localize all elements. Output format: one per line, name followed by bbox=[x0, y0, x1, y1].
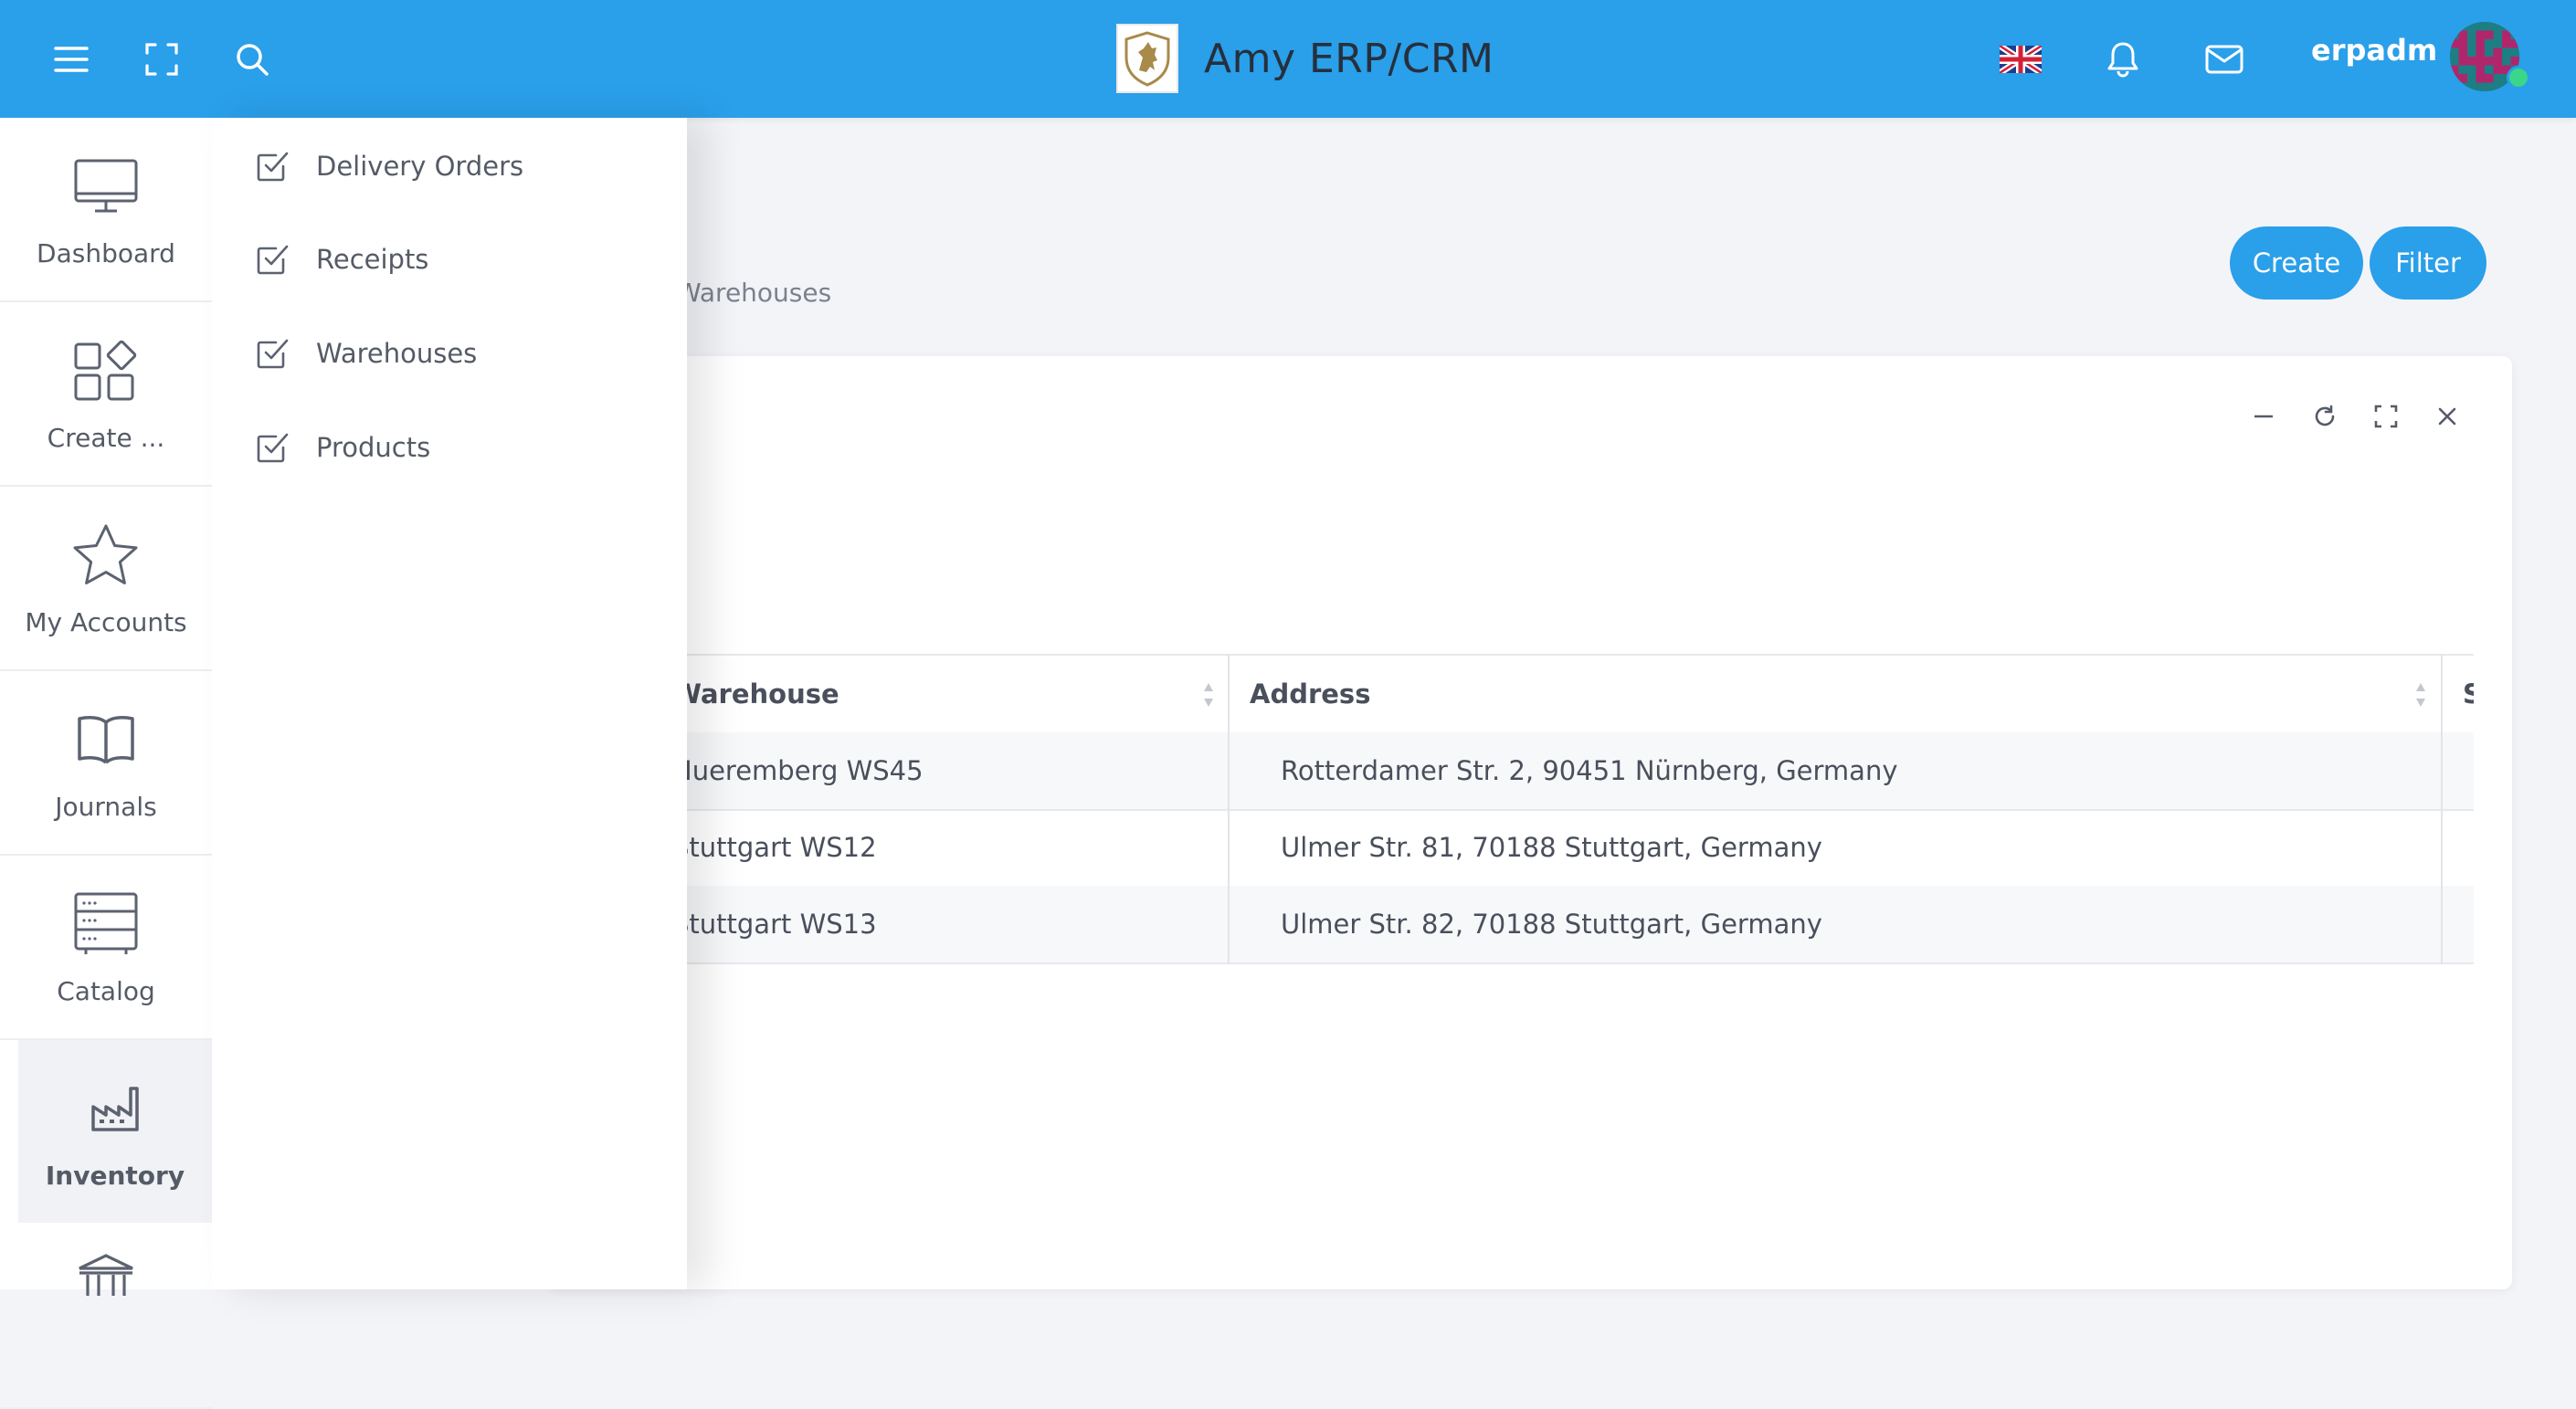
address-cell: Ulmer Str. 82, 70188 Stuttgart, Germany bbox=[1281, 909, 1822, 940]
sidebar-item-bank[interactable] bbox=[0, 1225, 212, 1409]
mail-icon[interactable] bbox=[2195, 30, 2254, 89]
book-icon bbox=[76, 708, 136, 772]
column-divider bbox=[1228, 654, 1230, 964]
brand[interactable]: Amy ERP/CRM bbox=[1116, 22, 1494, 95]
star-icon bbox=[72, 523, 140, 587]
refresh-icon[interactable] bbox=[2307, 398, 2343, 435]
table-row[interactable]: Stuttgart WS12 Ulmer Str. 81, 70188 Stut… bbox=[585, 809, 2474, 888]
sidebar-item-inventory[interactable]: Inventory bbox=[18, 1040, 212, 1223]
breadcrumb[interactable]: Warehouses bbox=[676, 278, 831, 308]
minimize-icon[interactable] bbox=[2245, 398, 2282, 435]
sidebar-item-dashboard[interactable]: Dashboard bbox=[0, 118, 212, 302]
sidebar-item-label: Catalog bbox=[57, 976, 155, 1006]
hamburger-menu-icon[interactable] bbox=[42, 30, 100, 89]
sort-icon[interactable] bbox=[2414, 681, 2427, 709]
username[interactable]: erpadm bbox=[2311, 33, 2437, 68]
fullscreen-icon[interactable] bbox=[132, 30, 191, 89]
checkbox-icon bbox=[257, 245, 289, 275]
submenu-item-label: Warehouses bbox=[316, 338, 478, 369]
shield-logo bbox=[1116, 24, 1178, 93]
sidebar-item-label: My Accounts bbox=[25, 607, 187, 637]
app-title: Amy ERP/CRM bbox=[1204, 35, 1494, 82]
table-row[interactable]: Nueremberg WS45 Rotterdamer Str. 2, 9045… bbox=[585, 732, 2474, 811]
submenu-item-label: Products bbox=[316, 432, 431, 463]
column-header-warehouse[interactable]: Warehouse bbox=[672, 656, 1220, 732]
expand-icon[interactable] bbox=[2368, 398, 2404, 435]
table-header: Warehouse Address S bbox=[585, 654, 2474, 735]
filter-button[interactable]: Filter bbox=[2370, 226, 2486, 300]
checkbox-icon bbox=[257, 433, 289, 463]
checkbox-icon bbox=[257, 152, 289, 182]
sidebar-item-journals[interactable]: Journals bbox=[0, 671, 212, 856]
sidebar-item-catalog[interactable]: Catalog bbox=[0, 856, 212, 1040]
submenu-item-receipts[interactable]: Receipts bbox=[256, 237, 428, 282]
submenu-item-label: Receipts bbox=[316, 244, 429, 275]
monitor-icon bbox=[73, 154, 139, 218]
inventory-submenu: Delivery Orders Receipts Warehouses Prod… bbox=[212, 118, 687, 1289]
create-button[interactable]: Create bbox=[2230, 226, 2363, 300]
search-icon[interactable] bbox=[223, 30, 281, 89]
sidebar: Dashboard Create ... My Accounts Journal… bbox=[0, 118, 212, 1409]
close-icon[interactable] bbox=[2429, 398, 2465, 435]
checkbox-icon bbox=[257, 339, 289, 369]
column-divider bbox=[2441, 654, 2443, 964]
warehouse-cell[interactable]: Stuttgart WS12 bbox=[672, 809, 877, 886]
cabinet-icon bbox=[73, 892, 139, 956]
submenu-item-delivery-orders[interactable]: Delivery Orders bbox=[256, 143, 523, 189]
bell-icon[interactable] bbox=[2094, 30, 2152, 89]
warehouse-cell[interactable]: Nueremberg WS45 bbox=[672, 732, 924, 809]
address-cell: Rotterdamer Str. 2, 90451 Nürnberg, Germ… bbox=[1281, 755, 1898, 786]
sidebar-item-label: Inventory bbox=[45, 1161, 185, 1191]
top-bar: Amy ERP/CRM erpadm bbox=[0, 0, 2576, 118]
submenu-item-warehouses[interactable]: Warehouses bbox=[256, 331, 477, 376]
uk-flag-icon[interactable] bbox=[1991, 30, 2050, 89]
factory-icon bbox=[90, 1077, 140, 1141]
shapes-grid-icon bbox=[73, 339, 139, 403]
sidebar-item-label: Journals bbox=[55, 792, 157, 822]
sidebar-item-create[interactable]: Create ... bbox=[0, 302, 212, 487]
sidebar-item-my-accounts[interactable]: My Accounts bbox=[0, 487, 212, 671]
bank-icon bbox=[77, 1243, 135, 1307]
submenu-item-label: Delivery Orders bbox=[316, 151, 524, 182]
column-header-address[interactable]: Address bbox=[1250, 656, 1798, 732]
warehouse-cell[interactable]: Stuttgart WS13 bbox=[672, 886, 877, 962]
sidebar-item-label: Dashboard bbox=[37, 238, 175, 268]
address-cell: Ulmer Str. 81, 70188 Stuttgart, Germany bbox=[1281, 832, 1822, 863]
submenu-item-products[interactable]: Products bbox=[256, 425, 430, 470]
online-status-dot bbox=[2507, 66, 2530, 89]
sort-icon[interactable] bbox=[1202, 681, 1215, 709]
table-row[interactable]: Stuttgart WS13 Ulmer Str. 82, 70188 Stut… bbox=[585, 886, 2474, 964]
column-header-s[interactable]: S bbox=[2463, 656, 2474, 732]
sidebar-item-label: Create ... bbox=[47, 423, 165, 453]
